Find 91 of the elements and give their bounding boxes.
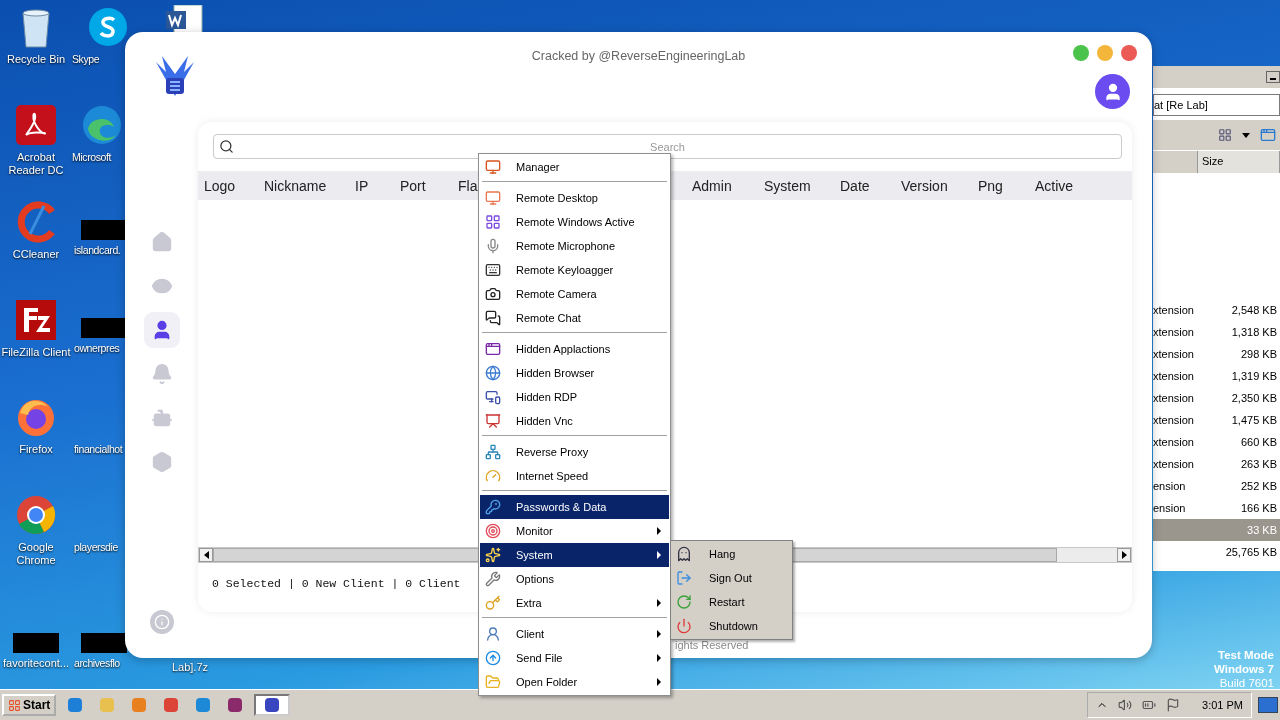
file-row[interactable]: xtension 263 KB [1153,453,1280,475]
file-row[interactable]: ension 252 KB [1153,475,1280,497]
file-size: 166 KB [1240,502,1277,514]
menu-item[interactable]: Hidden RDP [480,385,669,409]
system-notice: Windows 7 [1214,662,1274,676]
desktop-icon-label[interactable]: islandcard. [74,244,121,257]
file-type: xtension [1153,458,1194,470]
menu-item[interactable]: Hidden Browser [480,361,669,385]
menu-item[interactable]: Hidden Vnc [480,409,669,433]
column-header[interactable]: Date [840,177,870,194]
file-size: 1,318 KB [1231,326,1277,338]
file-size: 298 KB [1240,348,1277,360]
file-size: 2,548 KB [1231,304,1277,316]
file-row[interactable]: xtension 2,548 KB [1153,299,1280,321]
column-header[interactable]: Port [400,177,426,194]
column-header[interactable]: Png [978,177,1003,194]
menu-item[interactable]: Send File [480,646,669,670]
menu-item[interactable]: System [480,543,669,567]
file-size: 263 KB [1240,458,1277,470]
file-size: 2,350 KB [1231,392,1277,404]
menu-item[interactable]: Reverse Proxy [480,440,669,464]
start-button[interactable]: Start [2,694,57,716]
column-header[interactable]: Nickname [264,177,327,194]
column-header[interactable]: System [764,177,811,194]
file-type: xtension [1153,304,1194,316]
footer-text: ights Reserved [675,639,749,651]
file-type: xtension [1153,326,1194,338]
menu-item[interactable]: Passwords & Data [480,495,669,519]
file-size: 33 KB [1247,524,1277,536]
menu-item[interactable]: Remote Desktop [480,186,669,210]
file-type: xtension [1153,436,1194,448]
desktop-icon-label[interactable]: CCleaner [12,248,60,261]
file-size: 25,765 KB [1225,546,1277,558]
menu-item[interactable]: Sign Out [671,566,792,590]
menu-item[interactable]: Options [480,567,669,591]
file-size: 1,475 KB [1231,414,1277,426]
file-size: 660 KB [1240,436,1277,448]
search-field[interactable]: Search [213,134,1122,159]
file-row[interactable]: xtension 1,318 KB [1153,321,1280,343]
file-size: 1,319 KB [1231,370,1277,382]
menu-item[interactable]: Monitor [480,519,669,543]
desktop-icon-label[interactable]: playersdie [74,541,118,554]
file-type: ension [1153,480,1186,492]
menu-item[interactable]: Extra [480,591,669,615]
desktop-icon-label[interactable]: Acrobat Reader DC [0,151,72,177]
menu-item[interactable]: Hidden Applactions [480,337,669,361]
menu-item[interactable]: Remote Microphone [480,234,669,258]
file-row[interactable]: xtension 660 KB [1153,431,1280,453]
desktop-icon-label[interactable]: Recycle Bin [6,53,66,66]
desktop-icon-label[interactable]: Google Chrome [0,541,72,567]
status-text: 0 Selected | 0 New Client | 0 Client [212,577,461,592]
menu-item[interactable]: Remote Keyloagger [480,258,669,282]
file-row[interactable]: xtension 298 KB [1153,343,1280,365]
file-row[interactable]: xtension 2,350 KB [1153,387,1280,409]
desktop-icon-label[interactable]: ownerpres [74,342,120,355]
menu-item[interactable]: Client [480,622,669,646]
desktop-icon-label[interactable]: Firefox [19,443,53,456]
address-field[interactable]: at [Re Lab] [1153,94,1280,116]
system-notice: Test Mode [1218,648,1274,662]
menu-item[interactable]: Restart [671,590,792,614]
desktop-icon-label[interactable]: FileZilla Client [1,346,71,359]
column-header[interactable]: Admin [692,177,732,194]
file-type: xtension [1153,414,1194,426]
column-header[interactable]: Fla [458,177,478,194]
column-header[interactable]: Logo [204,177,236,194]
clock: 3:01 PM [1202,699,1243,711]
desktop-icon-label[interactable]: Skype [72,53,100,66]
file-type: ension [1153,502,1186,514]
column-header[interactable]: IP [355,177,369,194]
column-header[interactable]: Size [1197,151,1280,173]
menu-item[interactable]: Shutdown [671,614,792,638]
window-title: Cracked by @ReverseEngineeringLab [531,49,746,64]
file-row[interactable]: ension 166 KB [1153,497,1280,519]
desktop-icon-label[interactable]: financialhot [74,443,123,456]
file-row[interactable]: 25,765 KB [1153,541,1280,563]
file-row[interactable]: xtension 1,475 KB [1153,409,1280,431]
menu-item[interactable]: Remote Chat [480,306,669,330]
column-header[interactable]: Active [1035,177,1074,194]
file-type: xtension [1153,348,1194,360]
file-type: xtension [1153,392,1194,404]
column-header[interactable]: Version [901,177,948,194]
menu-item[interactable]: Open Folder [480,670,669,694]
file-row[interactable]: xtension 1,319 KB [1153,365,1280,387]
menu-item[interactable]: Remote Windows Active [480,210,669,234]
desktop-icon-label[interactable]: Microsoft [72,151,111,164]
file-size: 252 KB [1240,480,1277,492]
menu-item[interactable]: Internet Speed [480,464,669,488]
menu-item[interactable]: Remote Camera [480,282,669,306]
system-notice: Build 7601 [1219,676,1274,690]
file-type: xtension [1153,370,1194,382]
menu-item[interactable]: Hang [671,542,792,566]
